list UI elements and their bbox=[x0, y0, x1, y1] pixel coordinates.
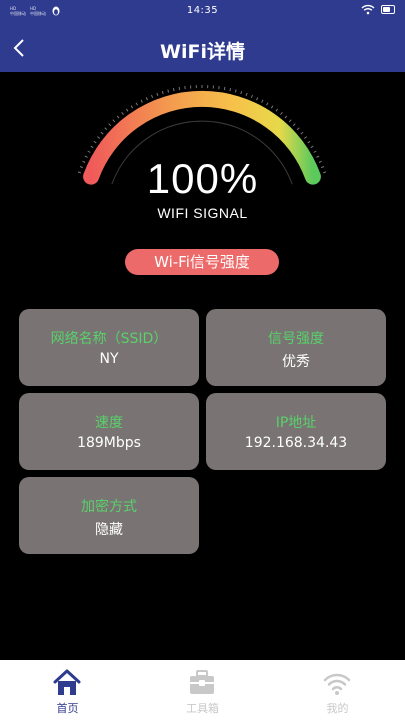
gauge-tick bbox=[112, 119, 116, 123]
gauge-tick bbox=[145, 97, 148, 101]
card-encryption-label: 加密方式 bbox=[81, 499, 137, 515]
card-encryption: 加密方式 隐藏 bbox=[19, 477, 199, 554]
card-ssid: 网络名称（SSID） NY bbox=[19, 309, 199, 386]
card-speed-value: 189Mbps bbox=[77, 435, 141, 451]
gauge-tick bbox=[116, 115, 120, 119]
gauge-tick bbox=[256, 97, 259, 101]
gauge-tick bbox=[245, 92, 248, 96]
gauge-tick bbox=[178, 86, 181, 91]
gauge-tick bbox=[229, 87, 232, 92]
gauge-tick bbox=[130, 105, 134, 109]
card-ssid-value: NY bbox=[99, 351, 119, 367]
gauge-tick bbox=[100, 131, 104, 135]
gauge-tick bbox=[161, 90, 164, 95]
card-ssid-label: 网络名称（SSID） bbox=[50, 331, 168, 347]
gauge-tick bbox=[296, 127, 300, 131]
signal-caption: WIFI SIGNAL bbox=[157, 205, 248, 221]
gauge-tick bbox=[140, 99, 143, 103]
gauge-tick bbox=[313, 150, 317, 153]
gauge-tick bbox=[167, 89, 170, 93]
gauge-tick bbox=[96, 136, 101, 139]
gauge-tick bbox=[266, 102, 269, 106]
gauge-tick bbox=[300, 131, 304, 135]
gauge-tick bbox=[275, 108, 279, 112]
status-right-icons bbox=[361, 4, 395, 15]
signal-percentage: 100% bbox=[146, 155, 259, 202]
wifi-status-icon bbox=[361, 4, 375, 15]
card-ip-address-value: 192.168.34.43 bbox=[244, 435, 348, 451]
gauge-tick bbox=[135, 102, 138, 106]
gauge-tick bbox=[108, 123, 112, 127]
card-ip-address-label: IP地址 bbox=[275, 415, 317, 431]
gauge-tick bbox=[310, 145, 314, 149]
tab-mine-label: 我的 bbox=[326, 702, 349, 715]
home-icon bbox=[53, 669, 81, 695]
wifi-icon bbox=[323, 673, 351, 695]
gauge-tick bbox=[121, 111, 124, 116]
gauge-tick bbox=[156, 92, 159, 96]
status-time: 14:35 bbox=[186, 5, 219, 16]
gauge-tick bbox=[240, 90, 243, 95]
gauge-tick bbox=[270, 105, 274, 109]
tab-home[interactable]: 首页 bbox=[0, 660, 135, 720]
gauge-tick bbox=[307, 140, 311, 144]
gauge-tick bbox=[151, 94, 154, 98]
card-ip-address: IP地址 192.168.34.43 bbox=[206, 393, 386, 470]
signal-strength-pill: Wi-Fi信号强度 bbox=[125, 249, 279, 275]
status-bar: HD 中国移动 HD 中国移动 14:35 bbox=[0, 0, 405, 24]
gauge-tick bbox=[172, 87, 175, 92]
page-title: WiFi详情 bbox=[160, 41, 245, 63]
tab-toolbox[interactable]: 工具箱 bbox=[135, 660, 270, 720]
bottom-tab-bar: 首页 工具箱 我的 bbox=[0, 660, 405, 720]
card-signal-strength-value: 优秀 bbox=[282, 354, 310, 370]
battery-icon bbox=[381, 5, 395, 14]
gauge-tick bbox=[288, 119, 292, 123]
gauge-tick bbox=[104, 127, 108, 131]
card-signal-strength-label: 信号强度 bbox=[268, 331, 324, 347]
gauge-tick bbox=[303, 136, 308, 139]
gauge-tick bbox=[87, 150, 91, 153]
gauge-tick bbox=[125, 108, 129, 112]
gauge-tick bbox=[90, 145, 94, 149]
gauge-tick bbox=[280, 111, 283, 116]
gauge-tick bbox=[284, 115, 288, 119]
tab-toolbox-label: 工具箱 bbox=[186, 702, 219, 715]
card-speed-label: 速度 bbox=[95, 415, 123, 431]
tab-home-label: 首页 bbox=[56, 702, 79, 715]
tab-mine[interactable]: 我的 bbox=[270, 660, 405, 720]
gauge-tick bbox=[234, 89, 237, 93]
gauge-tick bbox=[292, 123, 296, 127]
card-signal-strength: 信号强度 优秀 bbox=[206, 309, 386, 386]
card-speed: 速度 189Mbps bbox=[19, 393, 199, 470]
gauge-tick bbox=[250, 94, 253, 98]
gauge-tick bbox=[261, 99, 264, 103]
nav-bar: WiFi详情 bbox=[0, 24, 405, 72]
card-encryption-value: 隐藏 bbox=[95, 522, 123, 538]
toolbox-icon bbox=[190, 670, 214, 694]
gauge-tick bbox=[93, 140, 97, 144]
gauge-tick bbox=[223, 86, 226, 91]
